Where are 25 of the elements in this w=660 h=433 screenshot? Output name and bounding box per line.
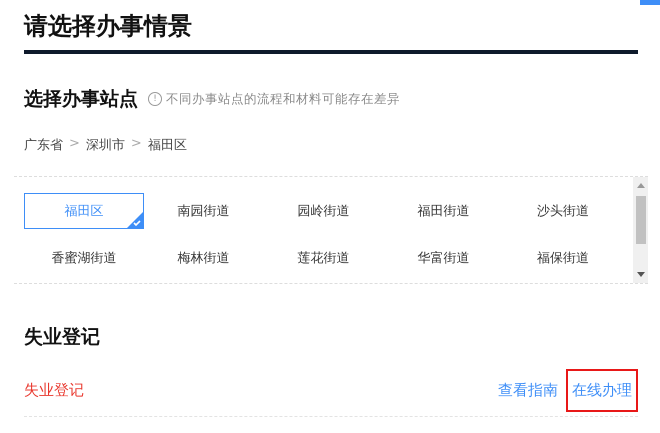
service-name: 失业登记 bbox=[24, 380, 84, 400]
station-option[interactable]: 莲花街道 bbox=[264, 240, 384, 276]
breadcrumb-item[interactable]: 深圳市 bbox=[86, 136, 125, 154]
station-option[interactable]: 园岭街道 bbox=[264, 193, 384, 229]
check-icon bbox=[126, 212, 143, 228]
down-arrow-icon[interactable] bbox=[636, 272, 644, 277]
breadcrumb-separator: > bbox=[130, 136, 142, 153]
notice-text: 不同办事站点的流程和材料可能存在差异 bbox=[166, 90, 400, 108]
station-option[interactable]: 福田街道 bbox=[383, 193, 504, 229]
station-option[interactable]: 沙头街道 bbox=[503, 193, 623, 229]
breadcrumb-item[interactable]: 广东省 bbox=[24, 136, 63, 154]
section-heading: 选择办事站点 bbox=[24, 87, 138, 112]
section-heading: 失业登记 bbox=[24, 325, 101, 350]
scrollbar[interactable] bbox=[633, 177, 648, 283]
page-title: 请选择办事情景 bbox=[24, 10, 638, 54]
up-arrow-icon[interactable] bbox=[636, 183, 644, 188]
station-option[interactable]: 福保街道 bbox=[503, 240, 623, 276]
station-option[interactable]: 梅林街道 bbox=[144, 240, 264, 276]
scrollbar-thumb[interactable] bbox=[636, 196, 646, 244]
breadcrumb-separator: > bbox=[69, 136, 80, 153]
station-option[interactable]: 南园街道 bbox=[144, 193, 264, 229]
breadcrumb-item[interactable]: 福田区 bbox=[148, 136, 187, 154]
station-option[interactable]: 华富街道 bbox=[383, 240, 504, 276]
info-icon: ! bbox=[148, 92, 162, 106]
station-option[interactable]: 香蜜湖街道 bbox=[24, 240, 144, 276]
